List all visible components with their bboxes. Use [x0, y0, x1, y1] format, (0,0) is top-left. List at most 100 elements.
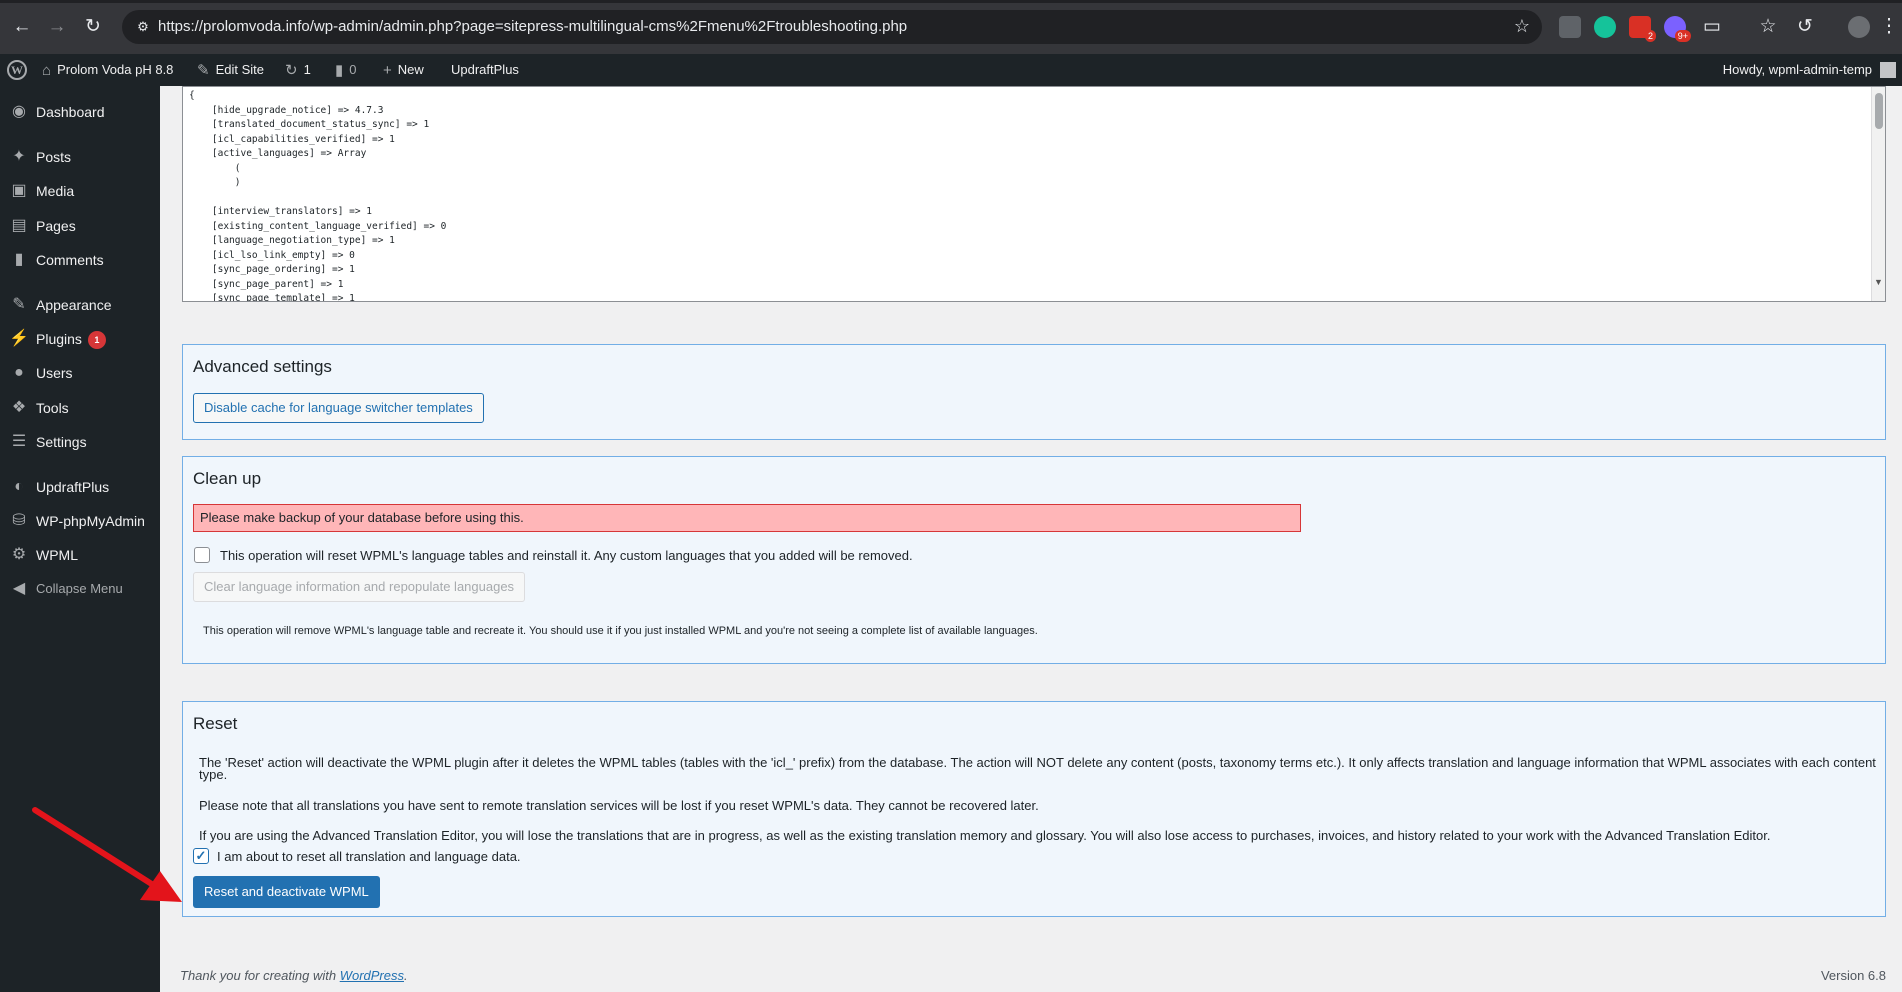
wordpress-link[interactable]: WordPress: [340, 968, 404, 983]
cleanup-note: This operation will remove WPML's langua…: [203, 625, 1038, 637]
reset-languages-checkbox[interactable]: [194, 547, 210, 563]
sidebar-item-comments[interactable]: ▮ Comments: [0, 243, 160, 277]
extension-red-icon[interactable]: 2: [1629, 16, 1656, 42]
dashboard-icon: ◉: [12, 103, 26, 120]
wrench-icon: ❖: [11, 399, 27, 416]
cleanup-panel: Clean up Please make backup of your data…: [182, 456, 1886, 664]
main-content: { [hide_upgrade_notice] => 4.7.3 [transl…: [160, 86, 1902, 992]
wordpress-logo-icon[interactable]: W: [7, 60, 27, 80]
edit-site-label: Edit Site: [215, 62, 264, 77]
comment-icon: ▮: [335, 61, 344, 79]
footer-thanks-suffix: .: [404, 968, 408, 983]
sidebar-item-label: Pages: [36, 218, 76, 234]
sidebar-item-pages[interactable]: ▤ Pages: [0, 209, 160, 243]
sidebar-item-label: Dashboard: [36, 104, 105, 120]
extension-m-icon[interactable]: [1559, 16, 1581, 38]
bookmark-star-icon[interactable]: ☆: [1514, 16, 1530, 37]
back-icon[interactable]: ←: [9, 14, 35, 40]
reset-description-continued: type.: [199, 767, 228, 782]
disable-cache-button[interactable]: Disable cache for language switcher temp…: [193, 393, 484, 423]
scrollbar-thumb[interactable]: [1875, 93, 1883, 129]
edit-site-link[interactable]: ✎ Edit Site: [197, 54, 264, 86]
extension-badge: 2: [1644, 30, 1656, 42]
sidebar-item-users[interactable]: ● Users: [0, 356, 160, 390]
plugin-icon: ⚡: [9, 330, 29, 347]
sidebar-item-media[interactable]: ▣ Media: [0, 174, 160, 208]
menu-dots-icon[interactable]: ⋮: [1876, 14, 1902, 40]
bookmarks-star-icon[interactable]: ☆: [1755, 14, 1781, 40]
sidebar-item-appearance[interactable]: ✎ Appearance: [0, 288, 160, 322]
footer-thanks-text: Thank you for creating with: [180, 968, 340, 983]
reset-title: Reset: [193, 714, 238, 733]
sidebar-collapse-menu[interactable]: ◀ Collapse Menu: [0, 572, 160, 606]
sidebar-item-label: Users: [36, 365, 73, 381]
address-bar[interactable]: ⚙ https://prolomvoda.info/wp-admin/admin…: [122, 10, 1542, 44]
ate-note: If you are using the Advanced Translatio…: [199, 828, 1771, 843]
confirm-reset-checkbox[interactable]: ✓: [193, 848, 209, 864]
sidebar-item-label: Plugins: [36, 331, 82, 347]
comments-link[interactable]: ▮ 0: [335, 54, 357, 86]
brush-icon: ✎: [12, 296, 26, 313]
reset-description: The 'Reset' action will deactivate the W…: [199, 755, 1876, 770]
updraftplus-link[interactable]: UpdraftPlus: [451, 54, 519, 86]
extensions-puzzle-icon[interactable]: ▭: [1699, 14, 1725, 40]
user-avatar[interactable]: [1880, 62, 1896, 78]
history-icon[interactable]: ↺: [1792, 14, 1818, 40]
site-info-icon[interactable]: ⚙: [134, 18, 152, 36]
sidebar-item-label: Tools: [36, 400, 69, 416]
sidebar-item-wp-phpmyadmin[interactable]: ⛁ WP-phpMyAdmin: [0, 504, 160, 538]
profile-avatar[interactable]: [1848, 16, 1870, 38]
comment-icon: ▮: [14, 251, 24, 268]
backup-warning: Please make backup of your database befo…: [193, 504, 1301, 532]
remote-translations-note: Please note that all translations you ha…: [199, 798, 1039, 813]
media-icon: ▣: [11, 182, 27, 199]
annotation-arrow-icon: [32, 807, 182, 902]
reset-deactivate-wpml-button[interactable]: Reset and deactivate WPML: [193, 876, 380, 908]
pages-icon: ▤: [11, 217, 27, 234]
updates-count: 1: [303, 62, 311, 77]
updates-icon: ↻: [285, 61, 298, 79]
database-icon: ⛁: [12, 512, 26, 529]
sidebar-item-label: WPML: [36, 547, 78, 563]
forward-icon[interactable]: →: [44, 14, 70, 40]
scroll-down-arrow-icon[interactable]: ▼: [1874, 277, 1883, 287]
sidebar-item-label: Media: [36, 183, 75, 199]
sidebar-item-label: Comments: [36, 252, 104, 268]
site-name: Prolom Voda pH 8.8: [57, 62, 174, 77]
grammarly-icon[interactable]: [1594, 16, 1616, 38]
site-name-link[interactable]: ⌂ Prolom Voda pH 8.8: [42, 54, 173, 86]
sidebar-item-tools[interactable]: ❖ Tools: [0, 391, 160, 425]
sidebar-item-label: UpdraftPlus: [36, 479, 110, 495]
footer-version: Version 6.8: [1820, 968, 1886, 983]
updates-link[interactable]: ↻ 1: [285, 54, 311, 86]
debug-scrollbar[interactable]: ▼: [1871, 87, 1885, 301]
sidebar-item-wpml[interactable]: ⚙ WPML: [0, 538, 160, 572]
extension-badge: 9+: [1674, 30, 1691, 42]
wp-admin-bar: W ⌂ Prolom Voda pH 8.8 ✎ Edit Site ↻ 1 ▮ 0 +…: [0, 54, 1902, 86]
howdy-user-link[interactable]: Howdy, wpml-admin-temp: [1723, 54, 1872, 86]
confirm-reset-checkbox-label: I am about to reset all translation and …: [217, 849, 521, 864]
sidebar-item-plugins[interactable]: ⚡ Plugins 1: [0, 322, 160, 356]
debug-info-text: { [hide_upgrade_notice] => 4.7.3 [transl…: [189, 90, 447, 302]
sidebar-item-dashboard[interactable]: ◉ Dashboard: [0, 95, 160, 129]
new-content-link[interactable]: + New: [383, 54, 424, 86]
url-text[interactable]: https://prolomvoda.info/wp-admin/admin.p…: [158, 18, 907, 35]
comments-count: 0: [349, 62, 357, 77]
extension-purple-icon[interactable]: 9+: [1664, 16, 1691, 42]
collapse-icon: ◀: [12, 580, 26, 597]
tab-strip: [0, 0, 1902, 3]
sidebar-item-label: Posts: [36, 149, 72, 165]
home-icon: ⌂: [42, 61, 52, 79]
updraft-icon: ◐: [14, 478, 24, 495]
sidebar-item-settings[interactable]: ☰ Settings: [0, 425, 160, 459]
sidebar-item-label: Settings: [36, 434, 87, 450]
reload-icon[interactable]: ↻: [80, 14, 106, 40]
clear-language-info-button[interactable]: Clear language information and repopulat…: [193, 572, 526, 602]
sidebar-item-updraftplus[interactable]: ◐ UpdraftPlus: [0, 470, 160, 504]
advanced-settings-panel: Advanced settings Disable cache for lang…: [182, 344, 1886, 440]
sidebar-item-label: Appearance: [36, 297, 112, 313]
sidebar-item-posts[interactable]: ✦ Posts: [0, 140, 160, 174]
debug-info-textarea[interactable]: { [hide_upgrade_notice] => 4.7.3 [transl…: [182, 86, 1886, 302]
sidebar-item-plugins-label-wrap: Plugins 1: [36, 322, 106, 356]
plugins-update-badge: 1: [87, 331, 106, 350]
